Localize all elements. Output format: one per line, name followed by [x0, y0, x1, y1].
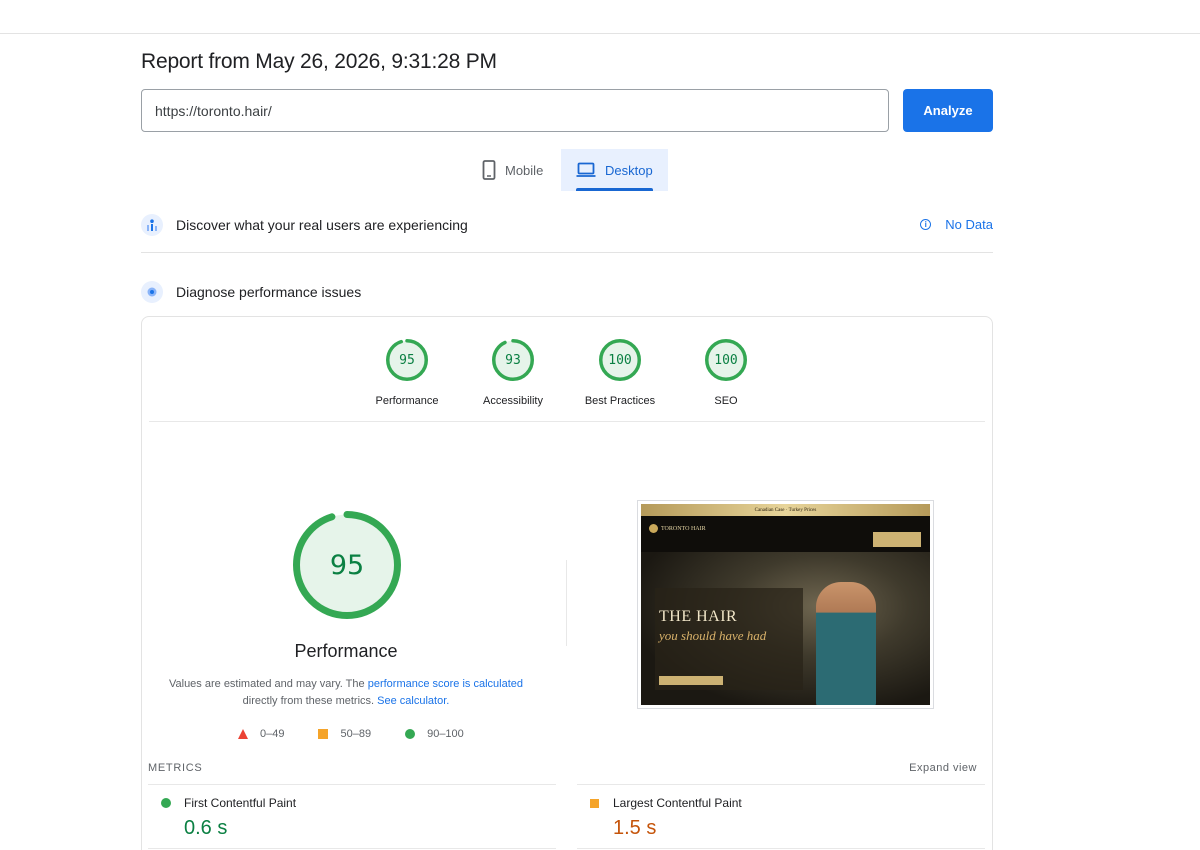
- users-chart-icon: [141, 214, 163, 236]
- tab-mobile[interactable]: Mobile: [470, 149, 561, 191]
- info-icon: i: [920, 219, 932, 230]
- legend-fail: 0–49: [238, 728, 284, 740]
- category-best-practices[interactable]: 100 Best Practices: [565, 338, 675, 407]
- legend-range: 0–49: [260, 728, 285, 740]
- diagnose-section-header: Diagnose performance issues: [141, 280, 993, 304]
- score-value: 95: [399, 352, 415, 368]
- disclaimer-text-2: directly from these metrics.: [242, 695, 378, 707]
- score-value: 100: [608, 352, 632, 368]
- legend-range: 90–100: [427, 728, 464, 740]
- no-data-label: No Data: [945, 217, 993, 232]
- legend-average: 50–89: [318, 728, 371, 740]
- score-gauge: 93: [491, 338, 535, 382]
- category-label: Accessibility: [483, 395, 543, 407]
- metric-value: 1.5 s: [613, 817, 657, 839]
- screenshot-headline: THE HAIR: [659, 608, 738, 625]
- category-label: Performance: [375, 395, 439, 407]
- category-performance[interactable]: 95 Performance: [352, 338, 462, 407]
- url-input-value: https://toronto.hair/: [155, 102, 272, 119]
- screenshot-image: Canadian Case · Turkey Prices TORONTO HA…: [641, 504, 930, 705]
- score-gauge: 95: [385, 338, 429, 382]
- disclaimer-text: Values are estimated and may vary. The: [168, 678, 368, 690]
- laptop-icon: [576, 162, 596, 178]
- tab-desktop-label: Desktop: [605, 162, 653, 178]
- performance-gauge: 95: [292, 510, 402, 620]
- circle-icon: [405, 729, 416, 739]
- lighthouse-icon: [141, 281, 163, 303]
- card-divider: [149, 421, 985, 422]
- analyze-button[interactable]: Analyze: [903, 89, 993, 132]
- metric-lcp: Largest Contentful Paint 1.5 s: [590, 796, 742, 840]
- category-seo[interactable]: 100 SEO: [671, 338, 781, 407]
- performance-score: 95: [329, 549, 365, 581]
- seal-icon: [649, 524, 658, 533]
- url-input[interactable]: https://toronto.hair/: [141, 89, 889, 132]
- category-label: Best Practices: [584, 395, 656, 407]
- metrics-heading: METRICS: [148, 762, 203, 774]
- metric-label: Largest Contentful Paint: [613, 796, 742, 810]
- crux-section-title: Discover what your real users are experi…: [176, 217, 468, 233]
- metrics-divider: [577, 848, 985, 849]
- metric-fcp: First Contentful Paint 0.6 s: [161, 796, 296, 840]
- section-divider: [141, 252, 993, 253]
- performance-label: Performance: [294, 641, 398, 661]
- category-label: SEO: [714, 395, 738, 407]
- screenshot-topbar: Canadian Case · Turkey Prices: [641, 504, 930, 516]
- score-gauge: 100: [704, 338, 748, 382]
- score-gauge: 100: [598, 338, 642, 382]
- score-disclaimer: Values are estimated and may vary. The p…: [166, 676, 526, 710]
- top-divider: [0, 33, 1200, 34]
- square-icon: [318, 729, 329, 739]
- category-accessibility[interactable]: 93 Accessibility: [458, 338, 568, 407]
- pass-circle-icon: [161, 798, 171, 808]
- screenshot-person: [816, 582, 876, 705]
- phone-icon: [482, 160, 496, 180]
- vertical-divider: [566, 560, 567, 646]
- score-calculated-link[interactable]: performance score is calculated: [368, 678, 523, 690]
- metric-value: 0.6 s: [184, 817, 228, 839]
- legend-range: 50–89: [340, 728, 372, 740]
- crux-section-header: Discover what your real users are experi…: [141, 213, 993, 237]
- expand-view-button[interactable]: Expand view: [909, 762, 977, 774]
- triangle-icon: [238, 729, 248, 739]
- no-data-link[interactable]: i No Data: [920, 217, 993, 232]
- metrics-divider: [148, 784, 556, 785]
- report-title: Report from May 26, 2026, 9:31:28 PM: [141, 50, 497, 73]
- score-value: 93: [505, 352, 521, 368]
- metric-label: First Contentful Paint: [184, 796, 297, 810]
- diagnose-section-title: Diagnose performance issues: [176, 284, 362, 300]
- legend-pass: 90–100: [405, 728, 464, 740]
- average-square-icon: [590, 798, 599, 808]
- device-tabs: Mobile Desktop: [0, 149, 1200, 191]
- screenshot-subheadline: you should have had: [659, 628, 767, 643]
- score-value: 100: [714, 352, 738, 368]
- page-screenshot: Canadian Case · Turkey Prices TORONTO HA…: [637, 500, 934, 709]
- tab-mobile-label: Mobile: [505, 162, 544, 178]
- score-legend: 0–49 50–89 90–100: [238, 728, 498, 740]
- screenshot-cta: [873, 532, 921, 547]
- metrics-divider: [148, 848, 556, 849]
- tab-desktop[interactable]: Desktop: [561, 149, 668, 191]
- screenshot-logo: TORONTO HAIR: [649, 524, 706, 533]
- see-calculator-link[interactable]: See calculator.: [377, 695, 449, 707]
- screenshot-logo-text: TORONTO HAIR: [661, 525, 706, 532]
- metrics-divider: [577, 784, 985, 785]
- screenshot-button: [659, 676, 723, 685]
